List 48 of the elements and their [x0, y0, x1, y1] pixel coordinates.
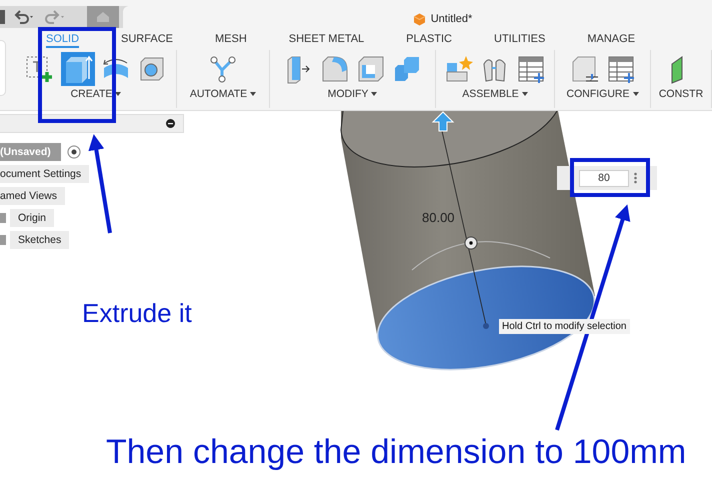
- browser-item[interactable]: amed Views: [0, 187, 66, 205]
- document-title: Untitled*: [430, 13, 472, 25]
- table-icon[interactable]: [606, 54, 636, 84]
- extrude-icon[interactable]: [61, 52, 95, 86]
- node-icon: [0, 235, 6, 245]
- browser-item[interactable]: Sketches: [10, 231, 70, 249]
- caret-icon: [632, 92, 638, 96]
- shell-icon[interactable]: [356, 54, 386, 84]
- caret-icon: [522, 92, 528, 96]
- collapse-icon[interactable]: [166, 119, 175, 128]
- browser-item[interactable]: ocument Settings: [0, 165, 90, 183]
- annotation-text: Then change the dimension to 100mm: [106, 433, 686, 472]
- ribbon-tab[interactable]: MANAGE: [587, 30, 636, 48]
- group-menu[interactable]: ASSEMBLE: [462, 88, 528, 100]
- caret-icon: [371, 92, 378, 96]
- document-tab[interactable]: Untitled*: [123, 6, 712, 28]
- fillet-icon[interactable]: [320, 54, 350, 84]
- ribbon-tab[interactable]: UTILITIES: [494, 30, 546, 48]
- radio-icon[interactable]: [66, 145, 81, 159]
- group-menu[interactable]: MODIFY: [328, 88, 378, 100]
- ribbon-tab[interactable]: SURFACE: [121, 30, 173, 48]
- group-menu[interactable]: CREATE: [70, 88, 122, 100]
- automate-icon[interactable]: [208, 54, 238, 84]
- new-component-icon[interactable]: [444, 54, 474, 84]
- annotation-text: Extrude it: [82, 298, 192, 329]
- browser-item[interactable]: Origin: [10, 209, 54, 227]
- group-menu[interactable]: CONFIGURE: [566, 88, 638, 100]
- distance-input[interactable]: 80: [579, 170, 629, 186]
- group-menu[interactable]: AUTOMATE: [190, 88, 256, 100]
- home-icon: [96, 11, 110, 23]
- ribbon-tab[interactable]: MESH: [214, 30, 247, 48]
- configure-cube-icon[interactable]: [570, 54, 600, 84]
- undo-icon[interactable]: [14, 10, 36, 24]
- caret-icon: [115, 92, 122, 96]
- caret-icon: [250, 92, 256, 96]
- cube-icon: [412, 12, 426, 26]
- sketch-plus-icon[interactable]: [25, 54, 55, 84]
- table-icon[interactable]: [516, 54, 546, 84]
- selection-point: [483, 323, 489, 329]
- ribbon-tab[interactable]: PLASTIC: [406, 30, 452, 48]
- home-button[interactable]: [87, 6, 119, 28]
- tooltip: Hold Ctrl to modify selection: [499, 319, 630, 334]
- dimension-value: 80.00: [422, 210, 455, 225]
- arrow-handle[interactable]: [432, 111, 454, 132]
- grip-icon[interactable]: [634, 172, 637, 184]
- node-icon: [0, 213, 6, 223]
- group-menu[interactable]: CONSTR: [658, 88, 704, 100]
- ribbon-tab[interactable]: SHEET METAL: [288, 30, 364, 48]
